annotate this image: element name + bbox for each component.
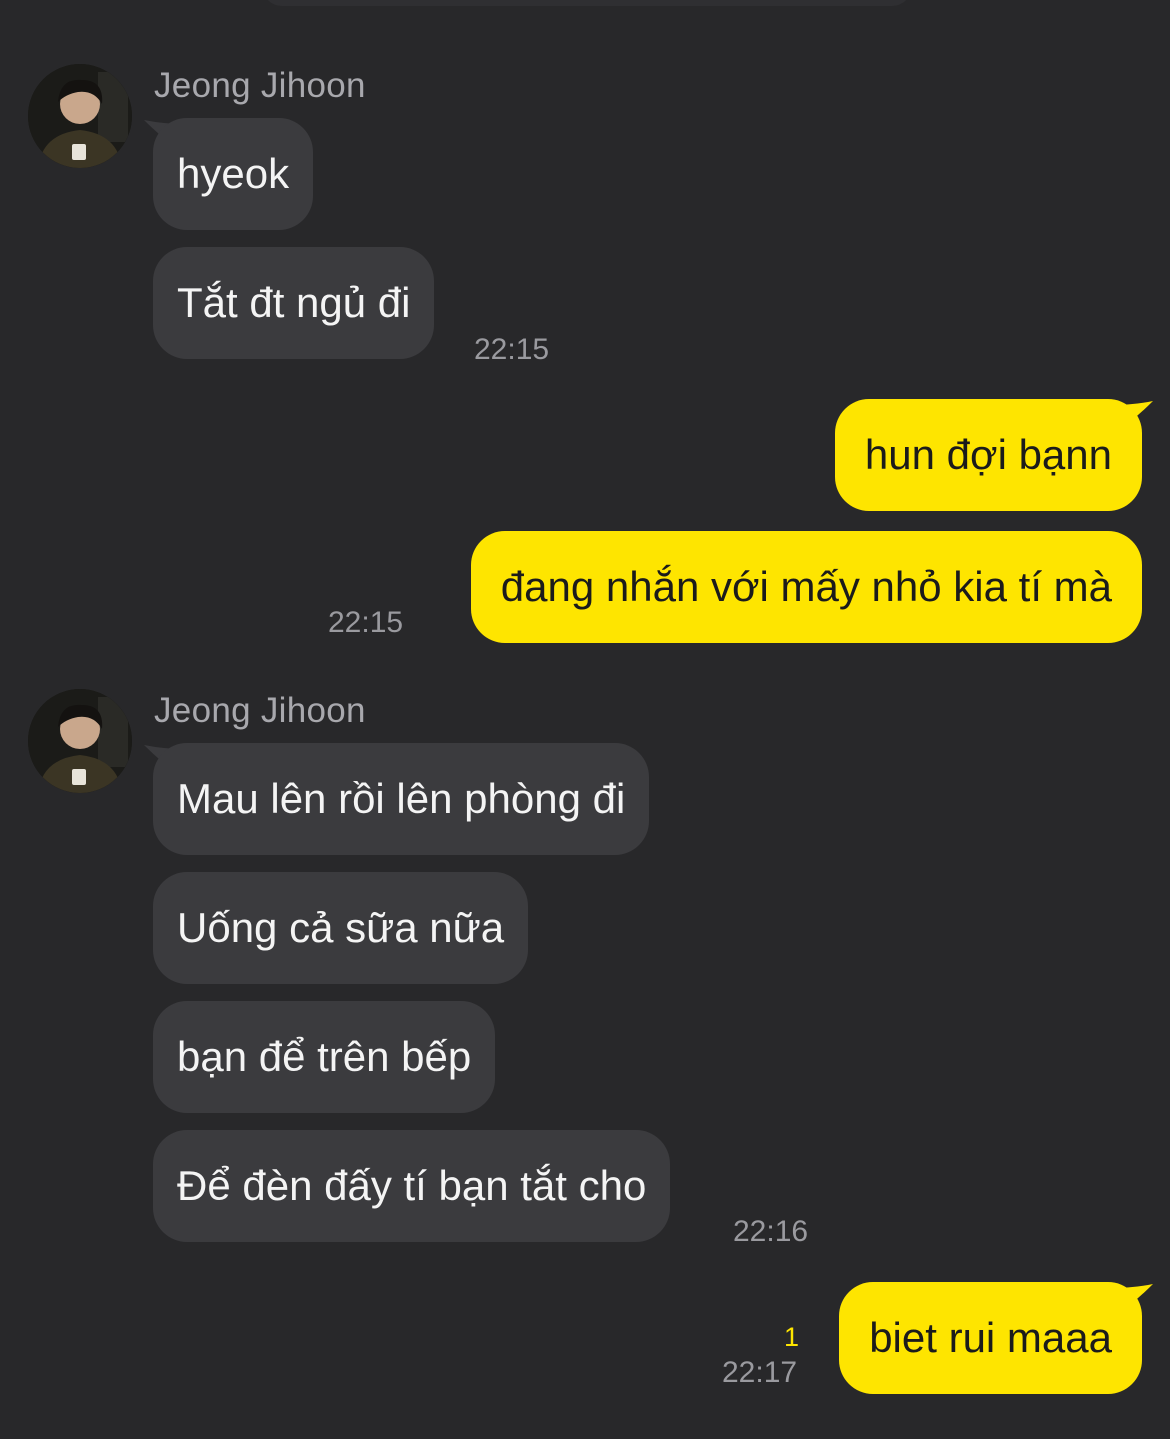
- contact-avatar[interactable]: [28, 689, 132, 793]
- message-timestamp: 22:15: [328, 606, 404, 639]
- message-timestamp: 22:17: [722, 1356, 798, 1389]
- incoming-message-bubble[interactable]: Uống cả sữa nữa: [153, 872, 529, 984]
- incoming-message-bubble[interactable]: Tắt đt ngủ đi: [153, 247, 435, 359]
- incoming-message-bubble[interactable]: bạn để trên bếp: [153, 1001, 496, 1113]
- incoming-message-bubble[interactable]: Để đèn đấy tí bạn tắt cho: [153, 1130, 671, 1242]
- outgoing-message-bubble[interactable]: biet rui maaa: [839, 1282, 1142, 1394]
- sender-name: Jeong Jihoon: [154, 66, 366, 105]
- incoming-message-bubble[interactable]: hyeok: [153, 118, 314, 230]
- profile-photo-icon: [28, 689, 132, 793]
- previous-message-bubble-edge: [262, 0, 912, 6]
- sender-name: Jeong Jihoon: [154, 691, 366, 730]
- outgoing-message-bubble[interactable]: đang nhắn với mấy nhỏ kia tí mà: [470, 531, 1142, 643]
- message-timestamp: 22:15: [474, 333, 550, 366]
- unread-count: 1: [784, 1322, 800, 1352]
- message-timestamp: 22:16: [733, 1215, 809, 1248]
- incoming-message-bubble[interactable]: Mau lên rồi lên phòng đi: [153, 743, 650, 855]
- outgoing-message-bubble[interactable]: hun đợi bạnn: [834, 399, 1142, 511]
- contact-avatar[interactable]: [28, 64, 132, 168]
- profile-photo-icon: [28, 64, 132, 168]
